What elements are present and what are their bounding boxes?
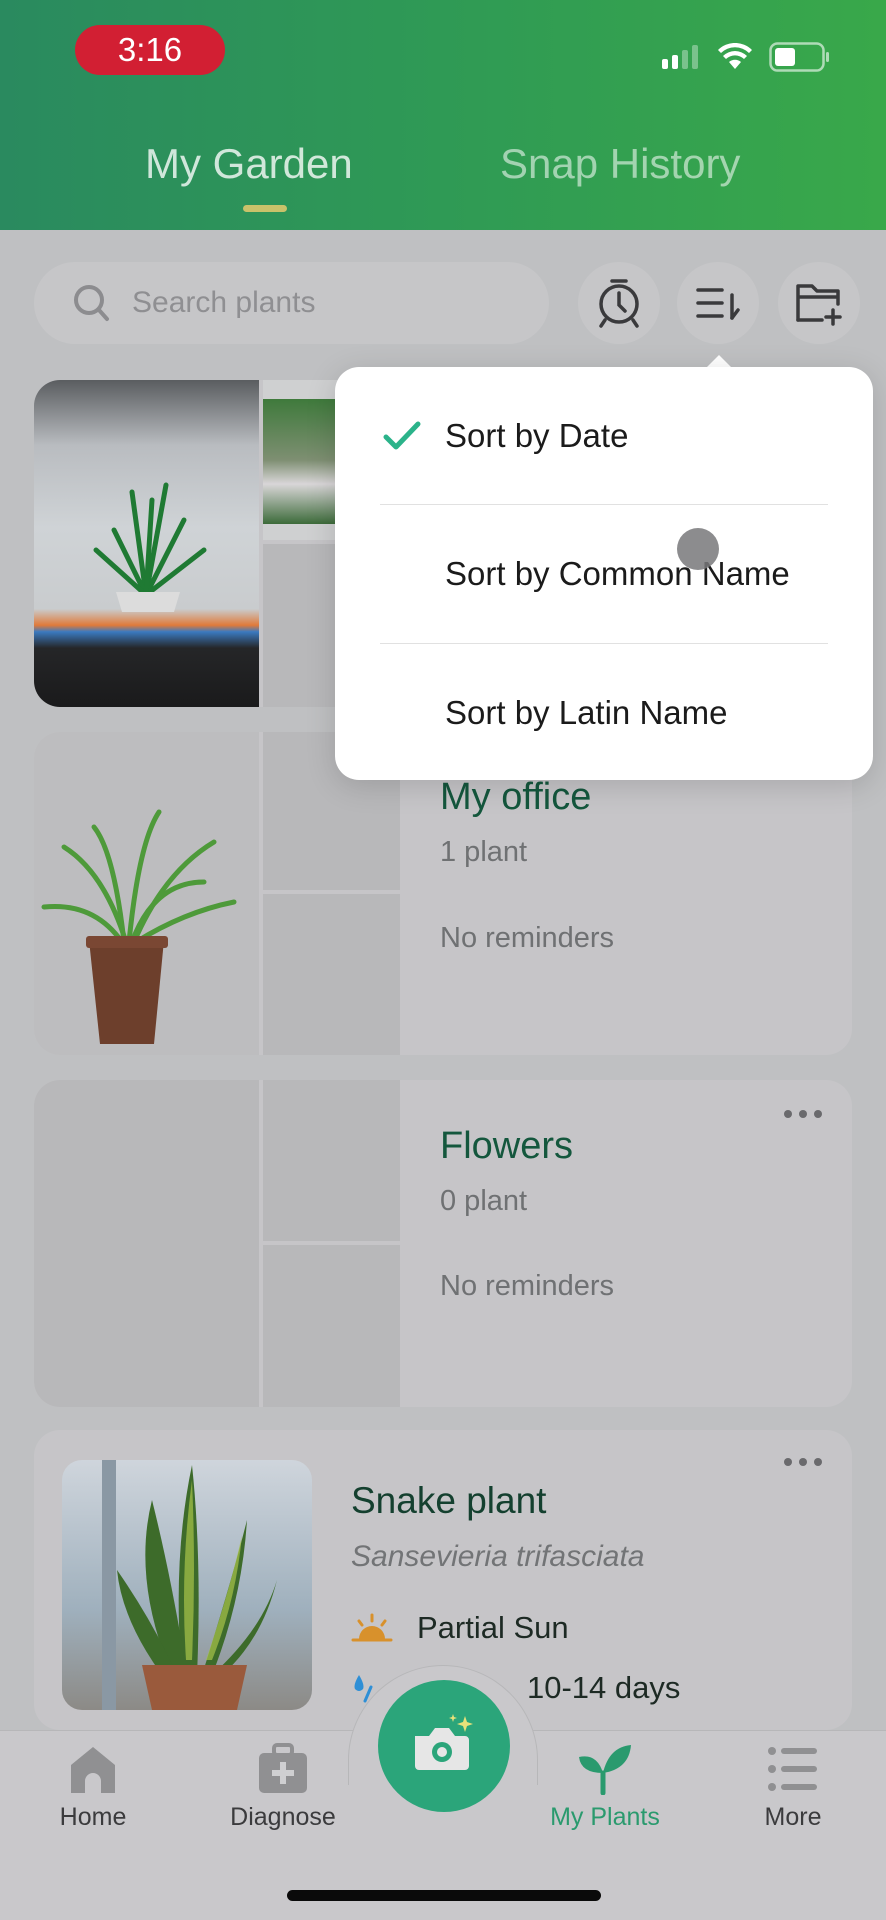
plant-latin-name: Sansevieria trifasciata: [351, 1540, 645, 1573]
folder-add-icon: [796, 284, 842, 326]
snake-plant-photo: [102, 1460, 277, 1710]
tab-snap-history[interactable]: Snap History: [500, 140, 740, 188]
collection-thumbnail-main: [34, 380, 259, 707]
plant-light-requirement: Partial Sun: [351, 1610, 569, 1646]
active-tab-indicator: [243, 205, 287, 212]
search-input[interactable]: [132, 286, 512, 320]
collection-plant-count: 1 plant: [440, 836, 528, 868]
sprout-icon: [579, 1745, 631, 1795]
tab-my-garden[interactable]: My Garden: [145, 140, 353, 188]
alarm-clock-icon: [599, 279, 639, 328]
nav-diagnose-label: Diagnose: [230, 1803, 336, 1831]
collection-thumbnail-empty: [263, 894, 400, 1055]
collection-thumbnail-empty: [263, 1080, 400, 1241]
wifi-icon: [718, 43, 752, 69]
collection-title: My office: [440, 776, 592, 818]
collection-thumbnail-main: [34, 732, 259, 1055]
camera-scan-button[interactable]: [378, 1680, 510, 1812]
collection-card[interactable]: Flowers 0 plant No reminders: [34, 1080, 852, 1407]
more-options-button[interactable]: [784, 1458, 822, 1466]
home-indicator: [287, 1890, 601, 1901]
cellular-signal-icon: [662, 45, 698, 69]
add-folder-button[interactable]: [778, 262, 860, 344]
camera-icon: [415, 1714, 473, 1770]
touch-indicator: [677, 528, 719, 570]
sort-by-common-name-option[interactable]: Sort by Common Name: [335, 505, 873, 643]
dot-icon: [814, 1458, 822, 1466]
status-icons: [661, 42, 831, 72]
sort-option-label: Sort by Date: [445, 417, 629, 454]
nav-more-label: More: [764, 1803, 822, 1831]
dot-icon: [784, 1110, 792, 1118]
sort-option-label: Sort by Latin Name: [445, 694, 728, 731]
collection-thumbnail-empty: [263, 1245, 400, 1407]
nav-my-plants-label: My Plants: [550, 1803, 660, 1831]
dot-icon: [784, 1458, 792, 1466]
list-icon: [768, 1747, 817, 1791]
reminders-button[interactable]: [578, 262, 660, 344]
sort-menu: Sort by Date Sort by Common Name Sort by…: [335, 367, 873, 780]
nav-home-label: Home: [59, 1803, 127, 1831]
plant-common-name: Snake plant: [351, 1480, 547, 1521]
dot-icon: [799, 1458, 807, 1466]
aloe-photo: [93, 482, 207, 612]
search-bar[interactable]: [34, 262, 549, 344]
collection-reminders: No reminders: [440, 922, 615, 954]
battery-icon: [769, 42, 829, 72]
collection-thumbnail-empty: [34, 1080, 259, 1407]
nav-diagnose[interactable]: Diagnose: [225, 1743, 341, 1832]
collection-reminders: No reminders: [440, 1270, 615, 1302]
search-icon: [74, 285, 109, 321]
collection-plant-count: 0 plant: [440, 1185, 528, 1217]
light-label: Partial Sun: [417, 1610, 569, 1645]
app-header: 3:16 My Garden Snap History: [0, 0, 886, 230]
collection-title: Flowers: [440, 1125, 574, 1167]
more-options-button[interactable]: [784, 1110, 822, 1118]
sort-button[interactable]: [677, 262, 759, 344]
home-icon: [71, 1747, 115, 1793]
nav-home[interactable]: Home: [50, 1743, 136, 1832]
sort-option-label: Sort by Common Name: [445, 555, 790, 592]
nav-more[interactable]: More: [755, 1743, 831, 1832]
dot-icon: [799, 1110, 807, 1118]
sort-by-date-option[interactable]: Sort by Date: [335, 367, 873, 505]
potted-plant-photo: [41, 809, 237, 1044]
checkmark-icon: [383, 421, 421, 450]
status-time: 3:16: [75, 25, 225, 75]
medkit-icon: [259, 1743, 307, 1793]
sort-by-latin-name-option[interactable]: Sort by Latin Name: [335, 644, 873, 782]
watering-label: 10-14 days: [527, 1670, 681, 1705]
nav-my-plants[interactable]: My Plants: [540, 1743, 670, 1832]
plant-photo: [62, 1460, 312, 1710]
sort-icon: [696, 288, 740, 320]
dot-icon: [814, 1110, 822, 1118]
partial-sun-icon: [351, 1613, 393, 1642]
